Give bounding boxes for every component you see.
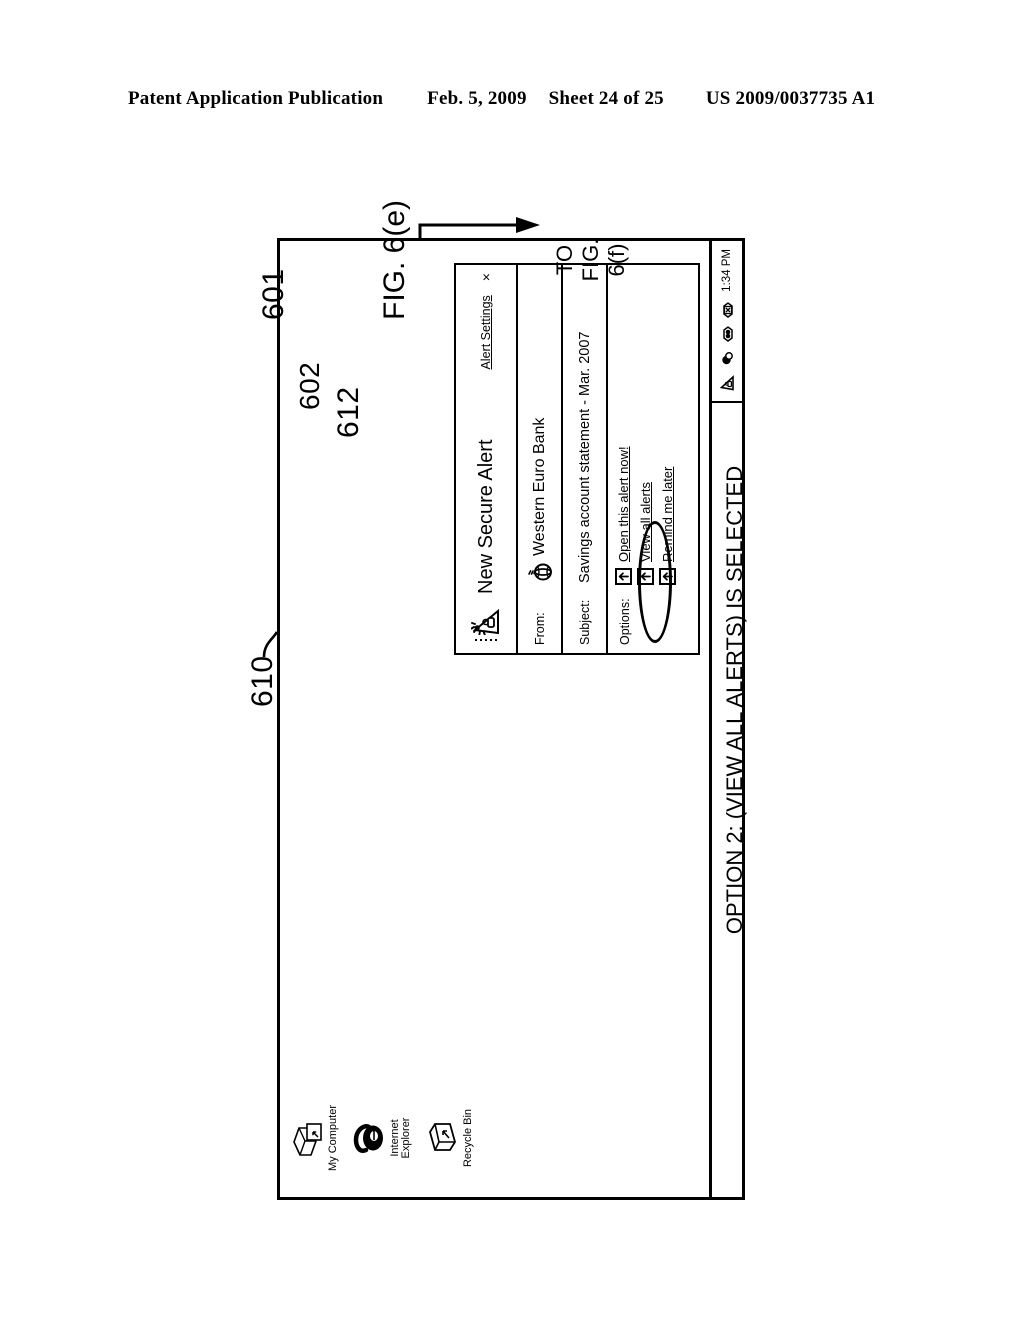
alert-options-label: Options: [618, 598, 632, 645]
secure-alert-triangle-icon [471, 608, 499, 635]
desktop-icon-internet-explorer[interactable]: Internet Explorer [352, 1093, 413, 1183]
arrow-up-icon [615, 568, 632, 585]
alert-option-label: View all alerts [638, 482, 653, 562]
taskbar-clock: 1:34 PM [721, 249, 733, 292]
my-computer-icon [293, 1123, 322, 1156]
alert-options-row: Options: Open this alert now! View all a… [608, 265, 700, 653]
alert-subject-value: Savings account statement - Mar. 2007 [576, 331, 593, 583]
desktop-screen: My Computer Internet Explorer Recycle Bi… [277, 238, 745, 1200]
figure-label: FIG. 6(e) [378, 199, 411, 320]
arrow-up-icon [659, 568, 676, 585]
desktop-icon-recycle-bin[interactable]: Recycle Bin [425, 1093, 475, 1183]
alert-from-label: From: [532, 612, 547, 645]
sheet-number: Sheet 24 of 25 [548, 88, 664, 109]
figure-stage: My Computer Internet Explorer Recycle Bi… [246, 199, 772, 1200]
secure-alert-popup[interactable]: New Secure Alert Alert Settings × From: [454, 263, 700, 655]
close-box-icon[interactable] [719, 301, 736, 319]
alert-subject-row: Subject: Savings account statement - Mar… [563, 265, 608, 653]
patent-number: US 2009/0037735 A1 [705, 88, 876, 109]
alert-option-label: Remind me later [660, 466, 675, 562]
globe-icon [527, 563, 552, 581]
drag-grip-icon [473, 635, 499, 645]
alert-option-view-all-alerts[interactable]: View all alerts [637, 446, 654, 585]
arrow-up-icon [637, 568, 654, 585]
patent-header: Patent Application Publication Feb. 5, 2… [128, 88, 888, 114]
alert-from-value: Western Euro Bank [530, 417, 548, 556]
desktop-icon-label: Internet Explorer [388, 1117, 413, 1159]
alert-option-open-now[interactable]: Open this alert now! [615, 446, 632, 585]
alert-options-list: Open this alert now! View all alerts Rem… [615, 446, 676, 585]
reference-numeral-602: 602 [294, 361, 325, 410]
alert-settings-link[interactable]: Alert Settings [479, 295, 493, 369]
messaging-icon[interactable] [719, 350, 736, 367]
reference-numeral-610: 610 [246, 655, 279, 707]
secure-alert-triangle-icon[interactable] [719, 374, 736, 391]
alert-title-bar: New Secure Alert Alert Settings × [456, 265, 518, 653]
alert-title-group: New Secure Alert [471, 370, 501, 635]
close-icon[interactable]: × [478, 271, 494, 281]
internet-explorer-icon [353, 1124, 383, 1153]
alert-option-label: Open this alert now! [616, 446, 631, 562]
desktop-icon-label: My Computer [327, 1104, 339, 1172]
figure-canvas: My Computer Internet Explorer Recycle Bi… [246, 199, 772, 1200]
alert-option-remind-me-later[interactable]: Remind me later [659, 446, 676, 585]
recycle-bin-icon [428, 1123, 456, 1151]
system-tray: 1:34 PM [712, 241, 742, 403]
reference-numeral-601: 601 [257, 268, 290, 320]
publication-date: Feb. 5, 2009 [427, 88, 527, 109]
option-caption: OPTION 2: (VIEW ALL ALERTS) IS SELECTED [722, 465, 747, 935]
alert-from-row: From: Western Euro Bank [518, 265, 563, 653]
alert-title-text: New Secure Alert [474, 439, 497, 594]
network-icon[interactable] [719, 325, 736, 343]
desktop-icon-label: Recycle Bin [461, 1108, 474, 1168]
desktop-icon-list: My Computer Internet Explorer Recycle Bi… [290, 1091, 486, 1183]
publication-label: Patent Application Publication [128, 88, 384, 109]
alert-from-value-group: Western Euro Bank [527, 418, 553, 583]
desktop-icon-my-computer[interactable]: My Computer [290, 1093, 340, 1183]
to-figure-caption: TO FIG. 6(f) [552, 238, 629, 282]
reference-numeral-612: 612 [332, 386, 365, 438]
alert-subject-label: Subject: [577, 599, 592, 645]
